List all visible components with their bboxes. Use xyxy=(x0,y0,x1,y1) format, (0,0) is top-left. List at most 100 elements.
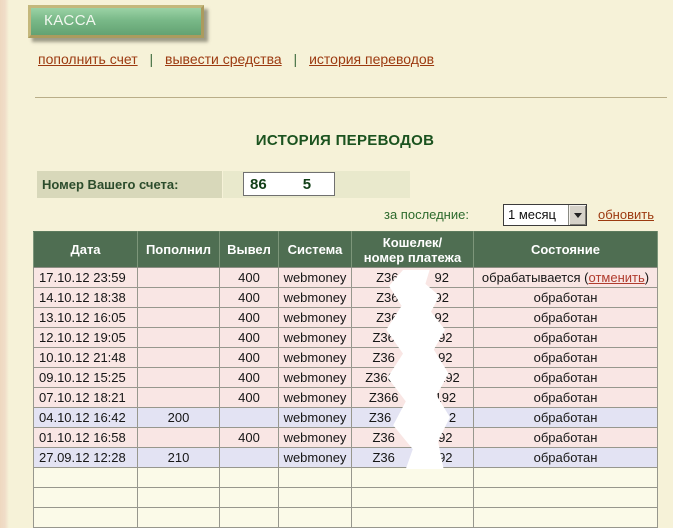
table-row: 12.10.12 19:05400webmoneyZ36192обработан xyxy=(34,328,658,348)
column-header-status: Состояние xyxy=(474,232,658,268)
nav-link-topup[interactable]: пополнить счет xyxy=(38,51,138,67)
cell-empty xyxy=(220,488,279,508)
cell-empty xyxy=(474,488,658,508)
cell-empty xyxy=(352,488,474,508)
cell-empty xyxy=(138,468,220,488)
cell-empty xyxy=(138,508,220,528)
cell-deposit xyxy=(138,428,220,448)
nav-link-withdraw[interactable]: вывести средства xyxy=(165,51,282,67)
cell-empty xyxy=(34,508,138,528)
kassa-banner: КАССА xyxy=(28,5,204,38)
cell-status: обработан xyxy=(474,328,658,348)
cell-withdraw: 400 xyxy=(220,308,279,328)
cell-system: webmoney xyxy=(279,428,352,448)
cell-date: 09.10.12 15:25 xyxy=(34,368,138,388)
cell-date: 14.10.12 18:38 xyxy=(34,288,138,308)
cell-deposit xyxy=(138,268,220,288)
column-header-deposit: Пополнил xyxy=(138,232,220,268)
cell-withdraw: 400 xyxy=(220,268,279,288)
cell-date: 27.09.12 12:28 xyxy=(34,448,138,468)
table-row-empty xyxy=(34,488,658,508)
cell-status: обработан xyxy=(474,448,658,468)
account-label: Номер Вашего счета: xyxy=(42,177,178,192)
table-row-empty xyxy=(34,508,658,528)
nav-separator: | xyxy=(150,51,154,67)
cell-empty xyxy=(34,468,138,488)
account-number-visible-start: 86 xyxy=(250,176,267,193)
cell-system: webmoney xyxy=(279,288,352,308)
page-title: ИСТОРИЯ ПЕРЕВОДОВ xyxy=(33,132,657,149)
top-nav: пополнить счет | вывести средства | исто… xyxy=(38,51,434,67)
cell-deposit xyxy=(138,288,220,308)
chevron-down-icon[interactable] xyxy=(568,205,586,225)
period-select-value: 1 месяц xyxy=(504,205,568,225)
cell-system: webmoney xyxy=(279,328,352,348)
cell-empty xyxy=(279,468,352,488)
cell-system: webmoney xyxy=(279,368,352,388)
nav-link-history[interactable]: история переводов xyxy=(309,51,434,67)
nav-separator: | xyxy=(294,51,298,67)
cell-date: 10.10.12 21:48 xyxy=(34,348,138,368)
cell-deposit: 210 xyxy=(138,448,220,468)
history-table: Дата Пополнил Вывел Система Кошелек/ ном… xyxy=(33,231,658,528)
column-header-date: Дата xyxy=(34,232,138,268)
cell-deposit xyxy=(138,308,220,328)
cell-date: 07.10.12 18:21 xyxy=(34,388,138,408)
cell-empty xyxy=(474,468,658,488)
column-header-system: Система xyxy=(279,232,352,268)
cell-status: обработан xyxy=(474,408,658,428)
left-edge-strip xyxy=(0,0,9,528)
cell-deposit xyxy=(138,348,220,368)
cell-empty xyxy=(220,508,279,528)
cell-date: 13.10.12 16:05 xyxy=(34,308,138,328)
table-row: 04.10.12 16:42200webmoneyZ365192обработа… xyxy=(34,408,658,428)
cell-status: обработан xyxy=(474,348,658,368)
cell-withdraw: 400 xyxy=(220,388,279,408)
cell-withdraw xyxy=(220,448,279,468)
cell-withdraw: 400 xyxy=(220,368,279,388)
cell-system: webmoney xyxy=(279,408,352,428)
account-number-input[interactable]: 86 5 xyxy=(243,172,335,196)
period-select[interactable]: 1 месяц xyxy=(503,204,587,226)
table-header-row: Дата Пополнил Вывел Система Кошелек/ ном… xyxy=(34,232,658,268)
cell-status: обрабатывается (отменить) xyxy=(474,268,658,288)
cell-system: webmoney xyxy=(279,348,352,368)
cell-status: обработан xyxy=(474,308,658,328)
cell-date: 17.10.12 23:59 xyxy=(34,268,138,288)
cell-empty xyxy=(474,508,658,528)
cell-date: 04.10.12 16:42 xyxy=(34,408,138,428)
column-header-withdraw: Вывел xyxy=(220,232,279,268)
column-header-wallet: Кошелек/ номер платежа xyxy=(352,232,474,268)
cell-deposit xyxy=(138,388,220,408)
cell-date: 12.10.12 19:05 xyxy=(34,328,138,348)
table-row: 09.10.12 15:25400webmoneyZ3665192обработ… xyxy=(34,368,658,388)
table-row: 27.09.12 12:28210webmoneyZ36192обработан xyxy=(34,448,658,468)
cell-withdraw: 400 xyxy=(220,348,279,368)
table-row-empty xyxy=(34,468,658,488)
refresh-link[interactable]: обновить xyxy=(598,207,654,222)
history-table-body: 17.10.12 23:59400webmoneyZ3692обрабатыва… xyxy=(34,268,658,528)
table-row: 13.10.12 16:05400webmoneyZ3692обработан xyxy=(34,308,658,328)
cell-empty xyxy=(279,488,352,508)
cell-status: обработан xyxy=(474,288,658,308)
cell-status: обработан xyxy=(474,388,658,408)
cancel-link[interactable]: отменить xyxy=(589,270,645,285)
table-row: 07.10.12 18:21400webmoneyZ366192обработа… xyxy=(34,388,658,408)
cell-withdraw xyxy=(220,408,279,428)
account-label-cell: Номер Вашего счета: xyxy=(37,171,222,198)
table-row: 17.10.12 23:59400webmoneyZ3692обрабатыва… xyxy=(34,268,658,288)
cell-empty xyxy=(138,488,220,508)
cell-empty xyxy=(352,468,474,488)
cell-system: webmoney xyxy=(279,268,352,288)
separator-line xyxy=(35,97,667,98)
cell-empty xyxy=(220,468,279,488)
banner-title: КАССА xyxy=(31,8,201,34)
cell-status: обработан xyxy=(474,368,658,388)
table-row: 14.10.12 18:38400webmoneyZ3692обработан xyxy=(34,288,658,308)
cell-system: webmoney xyxy=(279,448,352,468)
kassa-page: КАССА пополнить счет | вывести средства … xyxy=(0,0,673,528)
cell-withdraw: 400 xyxy=(220,328,279,348)
cell-withdraw: 400 xyxy=(220,428,279,448)
table-row: 10.10.12 21:48400webmoneyZ36192обработан xyxy=(34,348,658,368)
cell-deposit: 200 xyxy=(138,408,220,428)
